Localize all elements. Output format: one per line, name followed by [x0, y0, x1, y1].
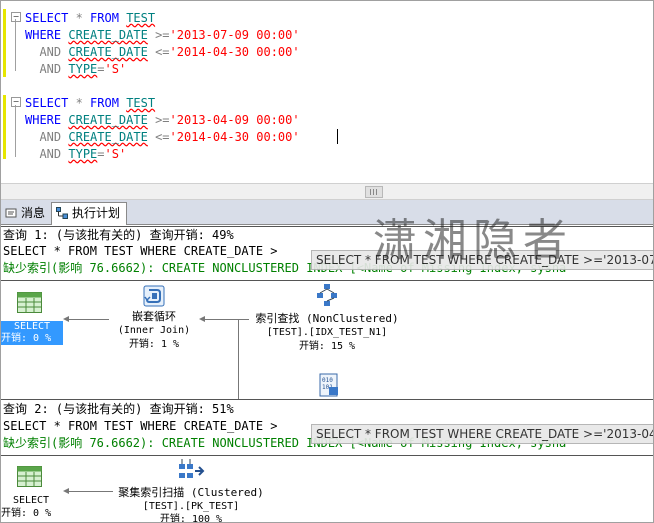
execution-plan-pane[interactable]: 查询 1: (与该批有关的) 查询开销: 49% SELECT * FROM T… [1, 225, 653, 522]
query2-sql: SELECT * FROM TEST WHERE CREATE_DATE > [3, 419, 278, 433]
change-marker [3, 95, 6, 159]
index-seek-icon[interactable] [315, 283, 339, 307]
arrow-head [63, 488, 69, 494]
query2-tooltip: SELECT * FROM TEST WHERE CREATE_DATE >='… [311, 424, 653, 444]
collapse-toggle[interactable]: − [11, 97, 21, 107]
select-icon[interactable] [17, 292, 43, 314]
index-seek-cost: 开销: 15 % [298, 341, 356, 352]
code-line: WHERE CREATE_DATE >='2013-07-09 00:00' [25, 28, 300, 42]
query1-sql: SELECT * FROM TEST WHERE CREATE_DATE > [3, 244, 278, 258]
code-line: AND TYPE='S' [39, 62, 127, 76]
code-line: WHERE CREATE_DATE >='2013-04-09 00:00' [25, 113, 300, 127]
index-seek-name[interactable]: 索引查找 (NonClustered) [249, 313, 405, 325]
query2-header: 查询 2: (与该批有关的) 查询开销: 51% [3, 402, 234, 416]
select-cost: 开销: 0 % [1, 333, 63, 345]
code-line: AND CREATE_DATE <='2014-04-30 00:00' [39, 45, 300, 59]
tab-execution-plan[interactable]: 执行计划 [51, 202, 128, 225]
select-icon[interactable] [17, 466, 43, 488]
query1-header: 查询 1: (与该批有关的) 查询开销: 49% [3, 228, 234, 242]
watermark: 潇湘隐者 [373, 215, 573, 266]
plan-separator [1, 455, 653, 456]
code-line: SELECT * FROM TEST [25, 96, 156, 110]
nested-loops-icon[interactable] [143, 285, 165, 307]
clustered-index-scan-cost: 开销: 100 % [159, 514, 223, 522]
scrollbar-thumb[interactable] [365, 186, 383, 198]
plan-separator [1, 280, 653, 281]
ssms-window: − − SELECT * FROM TEST WHERE CREATE_DATE… [0, 0, 654, 523]
select-label[interactable]: SELECT [1, 321, 63, 333]
change-marker [3, 9, 6, 77]
index-seek-object: [TEST].[IDX_TEST_N1] [266, 327, 388, 338]
nested-loops-sub: (Inner Join) [117, 325, 191, 336]
code-line: AND CREATE_DATE <='2014-04-30 00:00' [39, 130, 300, 144]
code-line: AND TYPE='S' [39, 147, 127, 161]
nested-loops-cost: 开销: 1 % [128, 339, 180, 350]
sql-editor[interactable]: − − SELECT * FROM TEST WHERE CREATE_DATE… [1, 1, 653, 183]
outline-bracket [15, 19, 16, 71]
flow-arrow [203, 319, 249, 320]
flow-arrow [65, 319, 109, 320]
svg-text:010: 010 [322, 377, 333, 384]
nested-loops-name[interactable]: 嵌套循环 [113, 311, 195, 323]
clustered-index-scan-object: [TEST].[PK_TEST] [142, 501, 240, 512]
collapse-toggle[interactable]: − [11, 12, 21, 22]
flow-arrow [238, 319, 239, 399]
messages-icon [5, 208, 17, 218]
key-lookup-icon[interactable]: 010 101 [317, 373, 341, 397]
execution-plan-icon [56, 207, 68, 219]
text-caret [337, 129, 338, 144]
plan-separator [1, 399, 653, 400]
select-label[interactable]: SELECT [1, 495, 61, 507]
clustered-index-scan-icon[interactable] [177, 458, 205, 482]
select-cost: 开销: 0 % [1, 508, 52, 519]
editor-horizontal-scrollbar[interactable] [1, 183, 653, 200]
flow-arrow [65, 491, 113, 492]
clustered-index-scan-name[interactable]: 聚集索引扫描 (Clustered) [111, 487, 271, 499]
tab-messages[interactable]: 消息 [1, 203, 51, 223]
arrow-head [199, 316, 205, 322]
code-line: SELECT * FROM TEST [25, 11, 156, 25]
outline-bracket [15, 105, 16, 157]
arrow-head [63, 316, 69, 322]
